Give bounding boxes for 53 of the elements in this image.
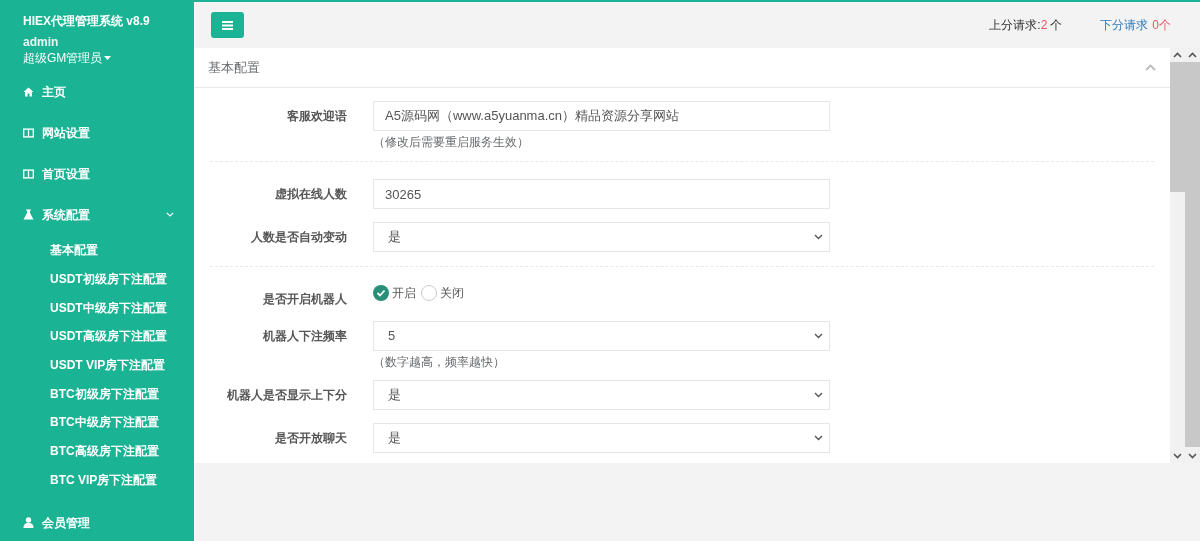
role-dropdown[interactable]: 超级GM管理员 — [23, 51, 112, 65]
chevron-down-icon — [814, 435, 823, 441]
radio-option[interactable]: 开启 — [373, 284, 416, 302]
field-label: 是否开放聊天 — [274, 430, 347, 447]
submenu-item[interactable]: BTC中级房下注配置 — [0, 408, 194, 437]
flask-icon — [23, 209, 34, 220]
sidebar-item[interactable]: 网站设置 — [0, 112, 194, 153]
panel-title: 基本配置 — [208, 58, 260, 77]
up-request-label: 上分请求: — [989, 17, 1041, 34]
field-label: 客服欢迎语 — [286, 108, 347, 125]
sidebar-item[interactable]: 主页 — [0, 71, 194, 112]
up-request-count: 2 — [1040, 17, 1048, 34]
radio-option[interactable]: 关闭 — [421, 284, 464, 302]
menu-icon — [222, 20, 233, 30]
field-label: 人数是否自动变动 — [250, 229, 347, 246]
caret-icon — [104, 56, 112, 60]
field-hint: （数字越高，频率越快） — [373, 354, 506, 371]
select-field[interactable]: 是 — [373, 423, 830, 453]
select-field[interactable]: 是 — [373, 380, 830, 410]
select-field[interactable]: 是 — [373, 222, 830, 252]
submenu-item[interactable]: USDT中级房下注配置 — [0, 293, 194, 323]
sidebar-item[interactable]: 系统配置 — [0, 194, 194, 235]
field-label: 机器人是否显示上下分 — [226, 387, 347, 404]
submenu-item[interactable]: USDT高级房下注配置 — [0, 322, 194, 351]
submenu-item[interactable]: BTC高级房下注配置 — [0, 436, 194, 466]
chevron-down-icon — [814, 234, 823, 240]
submenu-item[interactable]: BTC初级房下注配置 — [0, 379, 194, 409]
select-field[interactable]: 5 — [373, 321, 830, 351]
sidebar-item[interactable]: 会员管理 — [0, 502, 194, 541]
field-hint: （修改后需要重启服务生效） — [373, 134, 530, 151]
columns-icon — [23, 168, 34, 179]
chevron-down-icon — [814, 392, 823, 398]
submenu-item[interactable]: USDT初级房下注配置 — [0, 264, 194, 294]
text-field[interactable]: 30265 — [373, 179, 830, 209]
up-request-unit: 个 — [1050, 17, 1063, 34]
app-title: HIEX代理管理系统 v8.9 — [23, 14, 151, 28]
submenu-item[interactable]: USDT VIP房下注配置 — [0, 350, 194, 380]
submenu-item[interactable]: 基本配置 — [0, 236, 194, 265]
field-label: 虚拟在线人数 — [274, 186, 347, 203]
columns-icon — [23, 127, 34, 138]
menu-button[interactable] — [211, 12, 244, 38]
user-icon — [23, 517, 34, 529]
text-field[interactable]: A5源码网（www.a5yuanma.cn）精品资源分享网站 — [373, 101, 830, 131]
field-label: 是否开启机器人 — [262, 291, 347, 308]
submenu-item[interactable]: BTC VIP房下注配置 — [0, 465, 194, 495]
chevron-down-icon — [814, 333, 823, 339]
down-request-link[interactable]: 下分请求 — [1100, 16, 1149, 34]
collapse-icon[interactable] — [1145, 64, 1156, 71]
sidebar-item[interactable]: 首页设置 — [0, 153, 194, 194]
down-request-count: 0个 — [1152, 17, 1171, 34]
user-name: admin — [23, 35, 60, 49]
field-label: 机器人下注频率 — [262, 328, 347, 345]
home-icon — [23, 86, 34, 97]
